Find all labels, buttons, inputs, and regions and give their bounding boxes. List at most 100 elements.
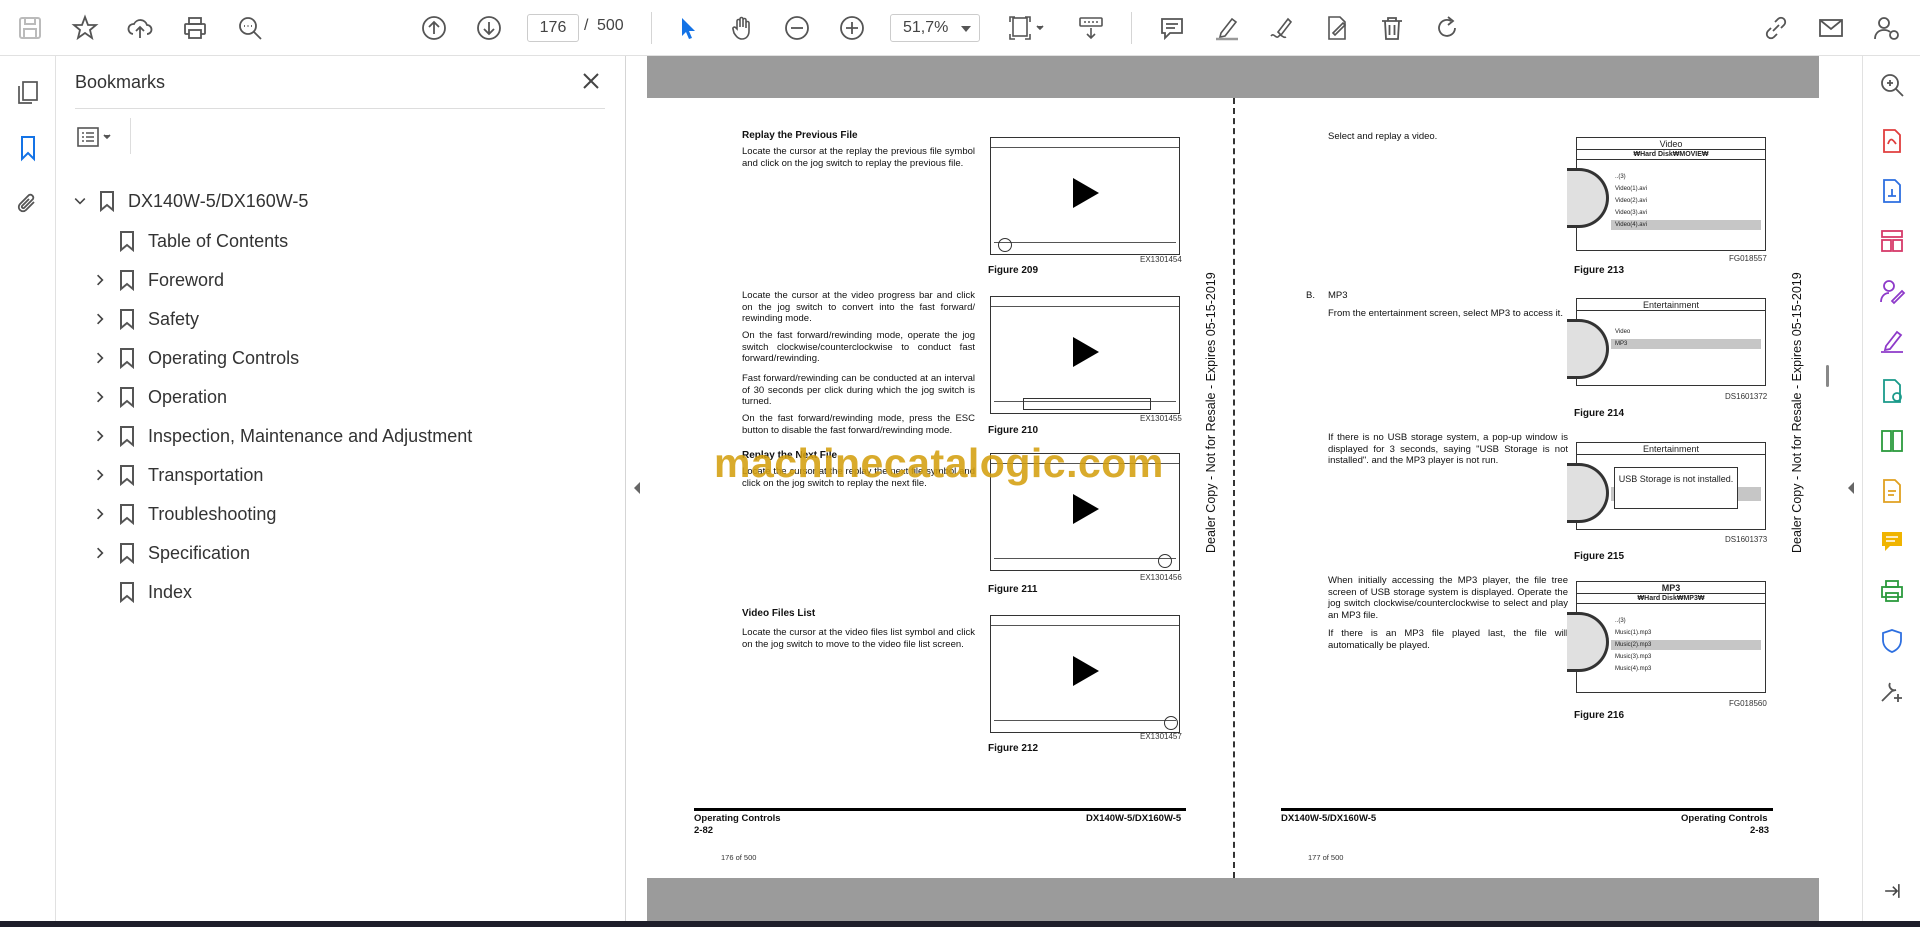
- section-text: From the entertainment screen, select MP…: [1328, 308, 1563, 319]
- screen-path: ₩Hard Disk₩MOVIE₩: [1577, 150, 1765, 160]
- figure-code: DS1601372: [1725, 392, 1768, 401]
- screen-list-item: MP3: [1611, 339, 1761, 349]
- comment-tool-icon[interactable]: [1877, 526, 1907, 556]
- page-gap-bottom: [647, 878, 1819, 921]
- email-icon[interactable]: [1813, 10, 1849, 46]
- share-link-icon[interactable]: [1758, 10, 1794, 46]
- bookmark-item[interactable]: Table of Contents: [90, 226, 288, 256]
- chevron-right-icon[interactable]: [90, 543, 110, 563]
- send-for-review-icon[interactable]: [1877, 376, 1907, 406]
- bookmark-item[interactable]: Transportation: [90, 460, 263, 490]
- bookmark-item[interactable]: Operating Controls: [90, 343, 299, 373]
- screen-list-item: Music(1).mp3: [1615, 630, 1652, 636]
- page-number-input[interactable]: 176: [527, 14, 579, 42]
- page-thumbnails-icon[interactable]: [12, 76, 44, 108]
- bookmark-label: Transportation: [148, 464, 264, 485]
- expand-panel-icon[interactable]: [1877, 876, 1907, 906]
- screen-list-item: Video(3).avi: [1615, 210, 1647, 216]
- collapse-right-panel-icon[interactable]: [1846, 480, 1856, 496]
- bookmark-item[interactable]: Troubleshooting: [90, 499, 276, 529]
- bookmark-item[interactable]: Operation: [90, 382, 227, 412]
- bookmarks-panel-icon[interactable]: [12, 132, 44, 164]
- zoom-in-icon[interactable]: [834, 10, 870, 46]
- figure-caption: Figure 213: [1574, 265, 1625, 276]
- zoom-out-icon[interactable]: [779, 10, 815, 46]
- bookmark-item[interactable]: Safety: [90, 304, 199, 334]
- figure-216-image: MP3 ₩Hard Disk₩MP3₩ ..(3) Music(1).mp3 Mus…: [1567, 581, 1766, 693]
- zoom-level-select[interactable]: 51,7%: [890, 14, 980, 42]
- screen-list-item: Music(3).mp3: [1615, 654, 1652, 660]
- print-production-icon[interactable]: [1877, 576, 1907, 606]
- bookmark-item[interactable]: Index: [90, 577, 192, 607]
- more-tools-icon[interactable]: [1877, 676, 1907, 706]
- bookmark-root[interactable]: DX140W-5/DX160W-5: [70, 186, 308, 216]
- highlight-pen-icon[interactable]: [1209, 10, 1245, 46]
- section-text: Locate the cursor at the video progress …: [742, 290, 975, 325]
- comment-icon[interactable]: [1154, 10, 1190, 46]
- bookmark-label: Specification: [148, 542, 251, 563]
- account-icon[interactable]: [1868, 10, 1904, 46]
- protect-icon[interactable]: [1877, 626, 1907, 656]
- hand-tool-icon[interactable]: [724, 10, 760, 46]
- fill-sign-icon[interactable]: [1319, 10, 1355, 46]
- star-icon[interactable]: [67, 10, 103, 46]
- attachments-icon[interactable]: [12, 188, 44, 220]
- bookmark-label: Inspection, Maintenance and Adjustment: [148, 425, 473, 446]
- chevron-right-icon[interactable]: [90, 270, 110, 290]
- panel-divider: [75, 108, 605, 109]
- request-signature-icon[interactable]: [1877, 276, 1907, 306]
- create-pdf-icon[interactable]: [1877, 176, 1907, 206]
- footer-model: DX140W-5/DX160W-5: [1086, 813, 1182, 824]
- figure-210-image: [990, 296, 1180, 414]
- edit-pdf-icon[interactable]: [1877, 476, 1907, 506]
- chevron-right-icon[interactable]: [90, 465, 110, 485]
- zoom-search-icon[interactable]: [1877, 70, 1907, 100]
- draw-freehand-icon[interactable]: [1264, 10, 1300, 46]
- chevron-right-icon[interactable]: [90, 504, 110, 524]
- page-total: 500: [597, 17, 624, 34]
- rotate-icon[interactable]: [1429, 10, 1465, 46]
- toolbar-divider: [1131, 12, 1132, 44]
- bookmark-item[interactable]: Inspection, Maintenance and Adjustment: [90, 421, 472, 451]
- find-zoom-icon[interactable]: [232, 10, 268, 46]
- page-fit-icon[interactable]: [1002, 10, 1052, 46]
- select-cursor-icon[interactable]: [669, 10, 705, 46]
- footer-rule: [1281, 808, 1773, 811]
- screen-list-item: Music(2).mp3: [1611, 640, 1761, 650]
- figure-caption: Figure 209: [988, 265, 1039, 276]
- bookmark-options-button[interactable]: [75, 122, 125, 152]
- fill-and-sign-icon[interactable]: [1877, 326, 1907, 356]
- main-toolbar: 176 / 500 51,7%: [0, 0, 1920, 56]
- chevron-right-icon[interactable]: [90, 426, 110, 446]
- chevron-right-icon[interactable]: [90, 348, 110, 368]
- print-icon[interactable]: [177, 10, 213, 46]
- vertical-notice: Dealer Copy - Not for Resale - Expires 0…: [1790, 272, 1804, 553]
- bookmark-icon: [118, 581, 136, 603]
- figure-caption: Figure 215: [1574, 551, 1625, 562]
- close-icon[interactable]: [578, 68, 604, 94]
- compare-files-icon[interactable]: [1877, 426, 1907, 456]
- export-pdf-icon[interactable]: [1877, 126, 1907, 156]
- scroll-mode-icon[interactable]: [1073, 10, 1109, 46]
- chevron-right-icon[interactable]: [90, 387, 110, 407]
- save-icon[interactable]: [12, 10, 48, 46]
- delete-icon[interactable]: [1374, 10, 1410, 46]
- next-page-icon[interactable]: [471, 10, 507, 46]
- bookmark-icon: [118, 269, 136, 291]
- prev-page-icon[interactable]: [416, 10, 452, 46]
- section-text: If there is an MP3 file played last, the…: [1328, 628, 1568, 651]
- chevron-down-icon[interactable]: [70, 191, 90, 211]
- chevron-right-icon[interactable]: [90, 309, 110, 329]
- bookmark-label: Index: [148, 581, 193, 602]
- scrollbar-thumb[interactable]: [1826, 365, 1829, 387]
- collapse-left-panel-icon[interactable]: [632, 480, 642, 496]
- upload-cloud-icon[interactable]: [122, 10, 158, 46]
- bookmark-item[interactable]: Specification: [90, 538, 250, 568]
- section-text: Select and replay a video.: [1328, 131, 1438, 142]
- organize-pages-icon[interactable]: [1877, 226, 1907, 256]
- bookmark-item[interactable]: Foreword: [90, 265, 224, 295]
- footer-page-number: 2-82: [694, 825, 714, 836]
- highlight-circle: [1158, 554, 1172, 568]
- play-icon: [1073, 178, 1099, 208]
- figure-caption: Figure 216: [1574, 710, 1625, 721]
